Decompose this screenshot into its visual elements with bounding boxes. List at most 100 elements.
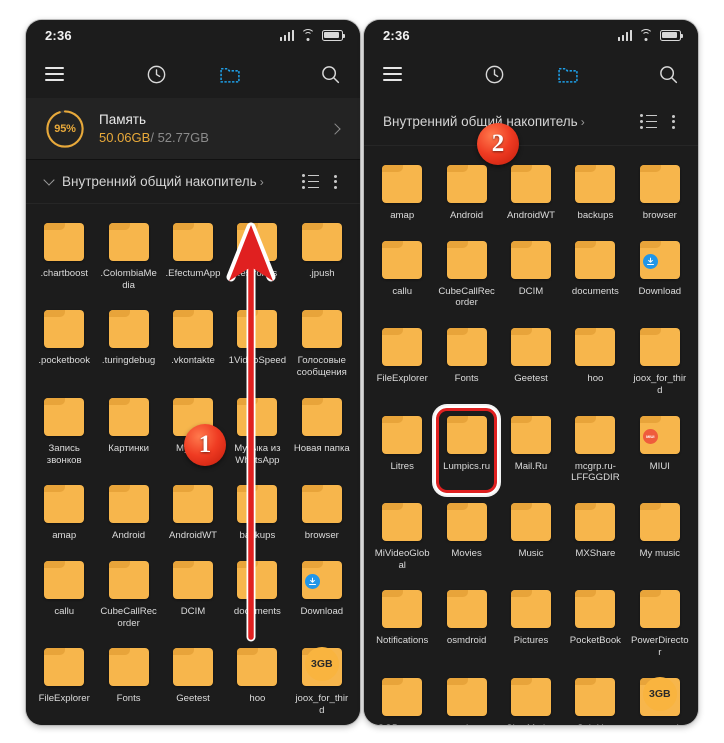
folder-item[interactable]: Android	[96, 476, 160, 552]
folder-item[interactable]: Music	[499, 494, 563, 581]
clock-recent-icon[interactable]	[484, 64, 505, 85]
folder-icon	[301, 310, 342, 349]
folder-item[interactable]: MXShare	[563, 494, 627, 581]
hamburger-menu-icon[interactable]	[383, 67, 402, 81]
folder-item[interactable]: Fonts	[434, 319, 498, 406]
folder-item[interactable]: Lumpics.ru	[434, 407, 498, 494]
folder-item[interactable]: Картинки	[96, 389, 160, 476]
folder-icon	[237, 648, 278, 687]
folder-item[interactable]: amap	[370, 156, 434, 232]
folder-icon	[172, 310, 213, 349]
folder-item[interactable]: documents	[563, 232, 627, 319]
folder-item[interactable]: Fonts	[96, 639, 160, 725]
folder-item[interactable]: Новая папка	[290, 389, 354, 476]
folder-item[interactable]: Android	[434, 156, 498, 232]
folder-item[interactable]: DCIM	[161, 552, 225, 639]
folder-item[interactable]: DCIM	[499, 232, 563, 319]
kebab-more-icon[interactable]	[328, 173, 343, 191]
folder-item[interactable]: Geetest	[161, 639, 225, 725]
breadcrumb-label: Внутренний общий накопитель	[62, 174, 257, 189]
folder-item[interactable]: 1VideoSpeed	[225, 301, 289, 388]
chevron-down-icon[interactable]	[43, 173, 55, 186]
folder-tab-icon[interactable]	[557, 64, 579, 84]
folder-item[interactable]: backups	[563, 156, 627, 232]
folder-item[interactable]: Notifications	[370, 581, 434, 668]
folder-icon	[382, 590, 423, 629]
folder-item[interactable]: mcgrp.ru-LFFGGDIR	[563, 407, 627, 494]
folder-item[interactable]: MIUI MIUI	[628, 407, 692, 494]
folder-item[interactable]: .turingdebug	[96, 301, 160, 388]
folder-item[interactable]: FileExplorer	[370, 319, 434, 406]
storage-summary-card[interactable]: 95% Память 50.06GB/ 52.77GB	[26, 98, 360, 160]
folder-label: Download	[300, 605, 344, 617]
signal-bars-icon	[617, 29, 632, 41]
folder-item[interactable]: .vkontakte	[161, 301, 225, 388]
folder-item[interactable]: osmdroid	[434, 581, 498, 668]
folder-item[interactable]: MiVideoGlobal	[370, 494, 434, 581]
folder-item[interactable]: browser	[628, 156, 692, 232]
folder-label: Music	[518, 547, 544, 559]
folder-item[interactable]: joox_for_third	[628, 319, 692, 406]
storage-title: Память	[99, 112, 147, 127]
folder-item[interactable]: Mail.Ru	[499, 407, 563, 494]
folder-item[interactable]: browser	[290, 476, 354, 552]
folder-item[interactable]: .pocketbook	[32, 301, 96, 388]
folder-item[interactable]: Запись звонков	[32, 389, 96, 476]
folder-icon	[639, 240, 680, 279]
folder-item[interactable]: Movies	[434, 494, 498, 581]
folder-item[interactable]: .jpush	[290, 214, 354, 301]
folder-item[interactable]: AndroidWT	[499, 156, 563, 232]
chevron-right-icon[interactable]	[329, 122, 341, 135]
folder-item[interactable]: callu	[32, 552, 96, 639]
folder-item[interactable]: ramdump	[434, 669, 498, 725]
folder-item[interactable]: .EfectumApp	[161, 214, 225, 301]
folder-item[interactable]: Голосовые сообщения	[290, 301, 354, 388]
folder-item[interactable]: My music	[628, 494, 692, 581]
search-icon[interactable]	[658, 64, 679, 85]
list-view-icon[interactable]	[302, 174, 319, 189]
folder-item[interactable]: QQBrowser	[370, 669, 434, 725]
folder-label: Subtitles	[577, 723, 614, 725]
search-icon[interactable]	[320, 64, 341, 85]
kebab-more-icon[interactable]	[666, 113, 681, 131]
folder-item[interactable]: callu	[370, 232, 434, 319]
folder-item[interactable]: Subtitles	[563, 669, 627, 725]
folder-item[interactable]: PocketBook	[563, 581, 627, 668]
folder-item[interactable]: 3GB systemui	[628, 669, 692, 725]
clock-recent-icon[interactable]	[146, 64, 167, 85]
folder-item[interactable]: .ColombiaMedia	[96, 214, 160, 301]
folder-icon	[108, 223, 149, 261]
folder-item[interactable]: backups	[225, 476, 289, 552]
folder-icon	[639, 328, 680, 367]
folder-item[interactable]: Pictures	[499, 581, 563, 668]
list-view-icon[interactable]	[640, 114, 657, 129]
folder-icon	[510, 590, 551, 629]
folder-item[interactable]: .estrongs	[225, 214, 289, 301]
folder-item[interactable]: 3GB joox_for_third	[290, 639, 354, 725]
folder-icon	[237, 397, 278, 436]
folder-item[interactable]: Download	[628, 232, 692, 319]
folder-item[interactable]: FileExplorer	[32, 639, 96, 725]
folder-item[interactable]: Geetest	[499, 319, 563, 406]
folder-icon	[108, 310, 149, 349]
folder-item[interactable]: AndroidWT	[161, 476, 225, 552]
folder-item[interactable]: CubeCallRecorder	[96, 552, 160, 639]
folder-label: SlowMotion	[506, 723, 556, 725]
folder-item[interactable]: amap	[32, 476, 96, 552]
folder-item[interactable]: .chartboost	[32, 214, 96, 301]
breadcrumb[interactable]: Внутренний общий накопитель ›	[62, 174, 293, 189]
folder-item[interactable]: hoo	[225, 639, 289, 725]
folder-icon	[510, 502, 551, 541]
folder-tab-icon[interactable]	[219, 64, 241, 84]
folder-item[interactable]: documents	[225, 552, 289, 639]
folder-item[interactable]: SlowMotion	[499, 669, 563, 725]
folder-item[interactable]: CubeCallRecorder	[434, 232, 498, 319]
folder-item[interactable]: Download	[290, 552, 354, 639]
folder-icon	[44, 648, 85, 687]
folder-item[interactable]: PowerDirector	[628, 581, 692, 668]
hamburger-menu-icon[interactable]	[45, 67, 64, 81]
folder-item[interactable]: Litres	[370, 407, 434, 494]
folder-icon	[446, 240, 487, 279]
folder-item[interactable]: hoo	[563, 319, 627, 406]
folder-item[interactable]: Музыка из WhatsApp	[225, 389, 289, 476]
